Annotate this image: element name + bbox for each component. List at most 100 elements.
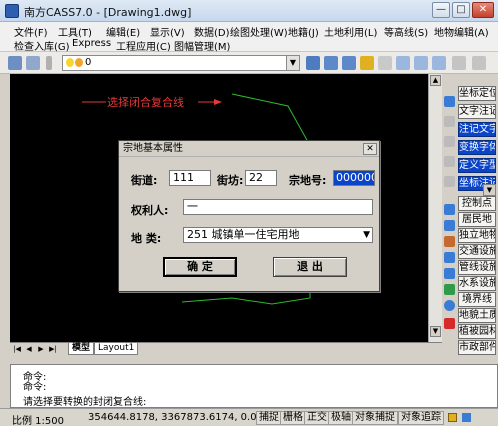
panel-item-text-annotation[interactable]: 文字注记 [458,104,496,119]
panel-item-coordinate-locate[interactable]: 坐标定位 [458,86,496,101]
panel-item-residential[interactable]: 居民地 [458,212,496,227]
redo-icon[interactable] [472,56,486,70]
zoom-icon[interactable] [444,116,455,127]
parcel-attributes-dialog: 宗地基本属性 ✕ 街道: 111 街坊: 22 宗地号: 000000 权利人:… [118,140,380,292]
panel-item-water-system[interactable]: 水系设施 [458,276,496,291]
panel-item-municipal[interactable]: 市政部件 [458,340,496,355]
street-input[interactable]: 111 [169,170,211,186]
annotation-text: 选择闭合复合线 [107,96,184,109]
block-input[interactable]: 22 [245,170,277,186]
snap-toggle[interactable]: 捕捉 [256,411,282,425]
minimize-button[interactable]: — [432,2,450,18]
dialog-title: 宗地基本属性 [119,141,379,157]
menu-contour[interactable]: 等高线(S) [384,24,428,39]
otrack-toggle[interactable]: 对象追踪 [398,411,444,425]
panel-item-define-style[interactable]: 定义字型 [458,158,496,173]
menu-express[interactable]: Express [72,38,111,49]
menu-landuse[interactable]: 土地利用(L) [324,24,377,39]
zoom-realtime-icon[interactable] [396,56,410,70]
scale-readout: 比例 1:500 [12,416,64,426]
layer-icon[interactable] [444,252,455,263]
status-bar: 比例 1:500 354644.8178, 3367873.6174, 0.00… [0,408,498,426]
ok-button[interactable]: 确 定 [163,257,237,277]
panel-item-vegetation[interactable]: 植被园林 [458,324,496,339]
make-current-icon[interactable] [306,56,320,70]
panel-scroll-down[interactable]: ▼ [483,184,496,196]
scroll-down-arrow[interactable]: ▼ [430,326,441,337]
parcel-number-label: 宗地号: [289,174,327,187]
panel-item-boundary[interactable]: 境界线 [458,292,496,307]
grid-icon[interactable] [444,220,455,231]
layout-tab-bar: |◀ ◀ ▶ ▶| 模型 Layout1 [10,342,442,355]
menu-sheet-management[interactable]: 图幅管理(M) [174,38,230,53]
exit-button[interactable]: 退 出 [273,257,347,277]
menu-drawing[interactable]: 绘图处理(W) [230,24,288,39]
tab-model[interactable]: 模型 [68,343,95,355]
zoom-out-icon[interactable] [444,156,455,167]
menu-edit[interactable]: 编辑(E) [106,24,140,39]
menu-engineering[interactable]: 工程应用(C) [116,38,171,53]
coordinate-readout: 354644.8178, 3367873.6174, 0.0000 [88,412,276,423]
save-icon[interactable] [342,56,356,70]
draw-icon[interactable] [444,236,455,247]
snap-icon[interactable] [444,204,455,215]
ortho-toggle[interactable]: 正交 [304,411,330,425]
tab-prev-button[interactable]: ◀ [24,344,34,354]
info-icon[interactable] [444,300,455,311]
text-icon[interactable] [444,96,455,107]
layer-state-icon[interactable] [26,56,40,70]
panel-item-change-font[interactable]: 变换字体 [458,140,496,155]
osnap-toggle[interactable]: 对象捕捉 [352,411,398,425]
panel-item-transport[interactable]: 交通设施 [458,244,496,259]
object-icon[interactable] [444,284,455,295]
delete-icon[interactable] [444,318,455,329]
layer-manager-icon[interactable] [8,56,22,70]
close-button[interactable]: ✕ [472,2,494,18]
owner-input[interactable]: 一 [183,199,373,215]
menu-check-db[interactable]: 检查入库(G) [14,38,70,53]
pan-hand-icon[interactable] [378,56,392,70]
property-icon[interactable] [444,268,455,279]
panel-item-independent-feature[interactable]: 独立地物 [458,228,496,243]
land-type-select[interactable]: 251 城镇单一住宅用地 ▼ [183,227,373,243]
undo-icon[interactable] [452,56,466,70]
grid-toggle[interactable]: 栅格 [280,411,306,425]
tab-next-button[interactable]: ▶ [36,344,46,354]
zoom-in-icon[interactable] [444,136,455,147]
command-history-line: 命令: [23,382,47,393]
tab-layout1[interactable]: Layout1 [94,343,139,355]
zoom-previous-icon[interactable] [432,56,446,70]
tab-first-button[interactable]: |◀ [12,344,22,354]
command-window[interactable]: 命令: 命令: 请选择要转换的封闭复合线: [10,364,498,408]
command-prompt[interactable]: 请选择要转换的封闭复合线: [23,393,146,408]
panel-item-annotate-text[interactable]: 注记文字 [458,122,496,137]
menu-view[interactable]: 显示(V) [150,24,185,39]
tab-last-button[interactable]: ▶| [48,344,58,354]
panel-item-control-point[interactable]: 控制点 [458,196,496,211]
open-icon[interactable] [324,56,338,70]
zoom-extents-icon[interactable] [444,176,455,187]
parcel-number-input[interactable]: 000000 [333,170,375,186]
chevron-down-icon[interactable]: ▼ [363,228,370,242]
scroll-up-arrow[interactable]: ▲ [430,75,441,86]
panel-item-landform-soil[interactable]: 地貌土质 [458,308,496,323]
menu-tools[interactable]: 工具(T) [58,24,92,39]
chevron-down-icon[interactable]: ▼ [286,56,299,70]
dialog-close-icon[interactable]: ✕ [363,143,377,155]
cass-screen-menu: 坐标定位 文字注记 注记文字 变换字体 定义字型 坐标注记 ▼ 控制点 居民地 … [442,74,498,364]
menu-file[interactable]: 文件(F) [14,24,48,39]
title-bar: 南方CASS7.0 - [Drawing1.dwg] — □ ✕ [0,0,498,22]
pencil-icon[interactable] [360,56,374,70]
polar-toggle[interactable]: 极轴 [328,411,354,425]
vertical-scrollbar[interactable]: ▲ ▼ [428,74,442,342]
menu-feature-edit[interactable]: 地物编辑(A) [434,24,489,39]
layer-select[interactable]: 0 ▼ [62,55,300,71]
tray-icon[interactable] [462,413,471,422]
window-title: 南方CASS7.0 - [Drawing1.dwg] [24,6,192,19]
panel-item-pipeline[interactable]: 管线设施 [458,260,496,275]
menu-cadastre[interactable]: 地籍(J) [288,24,319,39]
maximize-button[interactable]: □ [452,2,470,18]
zoom-window-icon[interactable] [414,56,428,70]
menu-data[interactable]: 数据(D) [194,24,230,39]
lock-icon[interactable] [448,413,457,422]
